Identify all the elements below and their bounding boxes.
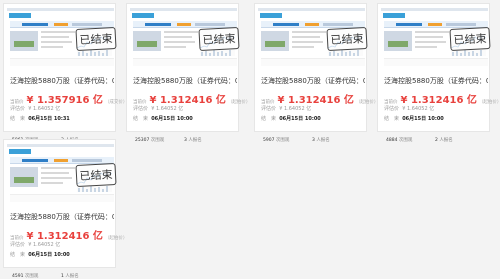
thumbnail-header-strip xyxy=(381,8,488,11)
end-time: 06月15日 10:00 xyxy=(402,116,444,122)
thumbnail-text-lines xyxy=(41,167,75,187)
ended-stamp-text: 已结束 xyxy=(330,32,364,47)
time-row: 结 束 06月15日 10:31 xyxy=(10,115,70,122)
end-time: 06月15日 10:31 xyxy=(28,116,70,122)
ended-stamp: 已结束 xyxy=(75,26,117,52)
card-footer: 4591 次围观 1 人报名 xyxy=(4,271,117,279)
time-label: 结 束 xyxy=(261,116,277,122)
ended-stamp-text: 已结束 xyxy=(453,32,487,47)
ended-stamp: 已结束 xyxy=(75,162,117,188)
eval-value: ¥ 1.64052 亿 xyxy=(402,106,435,112)
auction-title[interactable]: 泛海控股5880万股（证券代码：0000... xyxy=(133,76,237,86)
ended-stamp-text: 已结束 xyxy=(79,168,113,183)
thumbnail-logo xyxy=(9,13,31,18)
ended-stamp-text: 已结束 xyxy=(79,32,113,47)
price-note: （成交价） xyxy=(104,100,128,105)
auction-title[interactable]: 泛海控股5880万股（证券代码：0000... xyxy=(384,76,488,86)
time-row: 结 束 06月15日 10:00 xyxy=(261,115,321,122)
signup-stat: 3 人报名 xyxy=(184,138,202,143)
thumbnail-photo xyxy=(384,31,412,51)
eval-row: 评估价 ¥ 1.64052 亿 xyxy=(10,105,60,112)
thumbnail-logo xyxy=(132,13,154,18)
thumbnail-photo xyxy=(133,31,161,51)
eval-row: 评估价 ¥ 1.64052 亿 xyxy=(133,105,183,112)
price-row: 当前价 ¥ 1.312416 亿（起拍价） xyxy=(384,91,500,106)
thumbnail-footer-strip xyxy=(10,194,114,202)
views-stat: 4884 次围观 xyxy=(386,138,413,143)
thumbnail-logo xyxy=(383,13,405,18)
time-row: 结 束 06月15日 10:00 xyxy=(384,115,444,122)
thumbnail-footer-strip xyxy=(384,58,488,66)
eval-row: 评估价 ¥ 1.64052 亿 xyxy=(10,241,60,248)
thumbnail-footer-strip xyxy=(133,58,237,66)
price-note: （起拍价） xyxy=(104,236,128,241)
card-footer: 5907 次围观 3 人报名 xyxy=(255,135,368,144)
price-note: （起拍价） xyxy=(478,100,500,105)
time-label: 结 束 xyxy=(384,116,400,122)
thumbnail-logo xyxy=(9,149,31,154)
auction-title[interactable]: 泛海控股5880万股（证券代码：0000... xyxy=(10,212,114,222)
thumbnail-photo xyxy=(261,31,289,51)
views-stat: 25307 次围观 xyxy=(135,138,165,143)
price-row: 当前价 ¥ 1.357916 亿（成交价） xyxy=(10,91,127,106)
auction-card[interactable]: 已结束 泛海控股5880万股（证券代码：0000... 当前价¥ 1.31241… xyxy=(254,3,378,143)
thumbnail-text-lines xyxy=(415,31,449,51)
thumbnail-footer-strip xyxy=(10,58,114,66)
thumbnail-header-strip xyxy=(7,8,114,11)
thumbnail-text-lines xyxy=(41,31,75,51)
price-note: （起拍价） xyxy=(355,100,379,105)
eval-value: ¥ 1.64052 亿 xyxy=(28,106,61,112)
signup-stat: 2 人报名 xyxy=(435,138,453,143)
price-row: 当前价 ¥ 1.312416 亿（起拍价） xyxy=(261,91,378,106)
signup-stat: 1 人报名 xyxy=(61,274,79,279)
price-row: 当前价 ¥ 1.312416 亿（起拍价） xyxy=(133,91,250,106)
thumbnail-footer-strip xyxy=(261,58,365,66)
card-footer: 25307 次围观 3 人报名 xyxy=(127,135,240,144)
thumbnail-logo xyxy=(260,13,282,18)
thumbnail-header-strip xyxy=(130,8,237,11)
auction-title[interactable]: 泛海控股5880万股（证券代码：0000... xyxy=(261,76,365,86)
thumbnail-header-strip xyxy=(258,8,365,11)
thumbnail-photo xyxy=(10,167,38,187)
card-footer: 4884 次围观 2 人报名 xyxy=(378,135,491,144)
end-time: 06月15日 10:00 xyxy=(151,116,193,122)
price-row: 当前价 ¥ 1.312416 亿（起拍价） xyxy=(10,227,127,242)
price-note: （起拍价） xyxy=(227,100,251,105)
eval-label: 评估价 xyxy=(261,106,277,112)
auction-card[interactable]: 已结束 泛海控股5880万股（证券代码：0000... 当前价¥ 1.31241… xyxy=(377,3,500,143)
eval-label: 评估价 xyxy=(384,106,400,112)
ended-stamp-text: 已结束 xyxy=(202,32,236,47)
views-stat: 4591 次围观 xyxy=(12,274,39,279)
eval-row: 评估价 ¥ 1.64052 亿 xyxy=(384,105,434,112)
ended-stamp: 已结束 xyxy=(198,26,240,52)
time-row: 结 束 06月15日 10:00 xyxy=(10,251,70,258)
time-label: 结 束 xyxy=(133,116,149,122)
auction-card[interactable]: 已结束 泛海控股5880万股（证券代码：0000... 当前价¥ 1.31241… xyxy=(126,3,250,143)
eval-label: 评估价 xyxy=(10,106,26,112)
auction-card[interactable]: 已结束 泛海控股5880万股（证券代码：0000... 当前价¥ 1.31241… xyxy=(3,139,127,279)
auction-title[interactable]: 泛海控股5880万股（证券代码：0000... xyxy=(10,76,114,86)
ended-stamp: 已结束 xyxy=(326,26,368,52)
eval-value: ¥ 1.64052 亿 xyxy=(279,106,312,112)
thumbnail-text-lines xyxy=(164,31,198,51)
time-label: 结 束 xyxy=(10,116,26,122)
auction-card[interactable]: 已结束 泛海控股5880万股（证券代码：0000... 当前价¥ 1.35791… xyxy=(3,3,127,143)
eval-row: 评估价 ¥ 1.64052 亿 xyxy=(261,105,311,112)
ended-stamp: 已结束 xyxy=(449,26,491,52)
end-time: 06月15日 10:00 xyxy=(28,252,70,258)
time-label: 结 束 xyxy=(10,252,26,258)
eval-label: 评估价 xyxy=(10,242,26,248)
thumbnail-photo xyxy=(10,31,38,51)
eval-value: ¥ 1.64052 亿 xyxy=(151,106,184,112)
thumbnail-text-lines xyxy=(292,31,326,51)
end-time: 06月15日 10:00 xyxy=(279,116,321,122)
signup-stat: 3 人报名 xyxy=(312,138,330,143)
time-row: 结 束 06月15日 10:00 xyxy=(133,115,193,122)
eval-label: 评估价 xyxy=(133,106,149,112)
thumbnail-header-strip xyxy=(7,144,114,147)
views-stat: 5907 次围观 xyxy=(263,138,290,143)
eval-value: ¥ 1.64052 亿 xyxy=(28,242,61,248)
